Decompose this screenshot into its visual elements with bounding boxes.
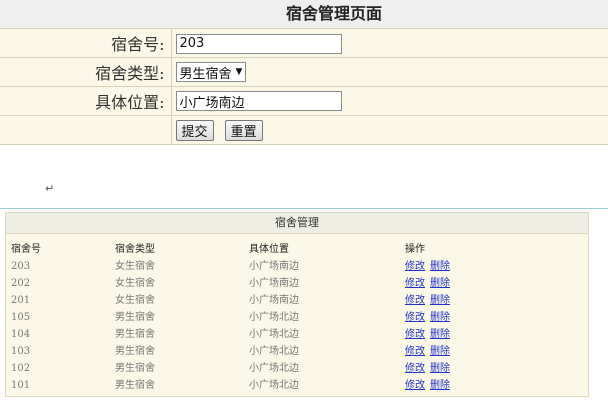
delete-link[interactable]: 删除 [430, 261, 450, 272]
column-header-location: 具体位置 [249, 244, 289, 255]
delete-link[interactable]: 删除 [430, 278, 450, 289]
room-type-selected-value: 男生宿舍 [179, 66, 232, 82]
edit-link[interactable]: 修改 [405, 261, 425, 272]
list-rows: 203 女生宿舍 小广场南边 修改 删除 202 女生宿舍 小广场南边 修改 删除 … [6, 258, 588, 394]
dorm-form: 宿舍号: 宿舍类型: 男生宿舍 ▼ 具体位置: 提交 重置 [0, 28, 608, 145]
room-type-cell: 男生宿舍 [115, 380, 155, 391]
list-title: 宿舍管理 [6, 213, 588, 234]
page-title: 宿舍管理页面 [0, 0, 608, 28]
table-row: 105 男生宿舍 小广场北边 修改 删除 [6, 309, 588, 326]
room-no-cell: 203 [11, 261, 31, 272]
room-no-cell: 104 [11, 329, 31, 340]
room-type-cell: 男生宿舍 [115, 329, 155, 340]
delete-link[interactable]: 删除 [430, 312, 450, 323]
room-type-cell: 男生宿舍 [115, 363, 155, 374]
location-cell: 小广场北边 [249, 363, 299, 374]
location-input[interactable] [175, 91, 342, 111]
divider [0, 208, 608, 209]
column-header-room-no: 宿舍号 [11, 244, 41, 255]
room-type-select[interactable]: 男生宿舍 ▼ [175, 62, 247, 82]
edit-link[interactable]: 修改 [405, 295, 425, 306]
table-row: 201 女生宿舍 小广场南边 修改 删除 [6, 292, 588, 309]
location-cell: 小广场南边 [249, 278, 299, 289]
room-type-cell: 女生宿舍 [115, 278, 155, 289]
location-cell: 小广场北边 [249, 380, 299, 391]
room-no-label: 宿舍号: [0, 28, 172, 58]
room-no-cell: 201 [11, 295, 31, 306]
form-row-room-no: 宿舍号: [0, 28, 608, 58]
dropdown-arrow-icon: ▼ [235, 67, 243, 77]
room-no-cell: 202 [11, 278, 31, 289]
edit-link[interactable]: 修改 [405, 363, 425, 374]
form-row-buttons: 提交 重置 [0, 115, 608, 145]
edit-link[interactable]: 修改 [405, 346, 425, 357]
column-header-actions: 操作 [405, 244, 425, 255]
edit-link[interactable]: 修改 [405, 329, 425, 340]
room-type-cell: 女生宿舍 [115, 261, 155, 272]
list-header: 宿舍号 宿舍类型 具体位置 操作 [6, 241, 588, 258]
room-no-input[interactable] [175, 33, 342, 54]
room-type-label: 宿舍类型: [0, 57, 172, 87]
edit-link[interactable]: 修改 [405, 380, 425, 391]
location-cell: 小广场南边 [249, 295, 299, 306]
reset-button[interactable]: 重置 [224, 119, 263, 141]
table-row: 202 女生宿舍 小广场南边 修改 删除 [6, 275, 588, 292]
submit-button[interactable]: 提交 [175, 119, 214, 141]
room-type-cell: 男生宿舍 [115, 312, 155, 323]
room-no-cell: 101 [11, 380, 31, 391]
room-no-cell: 105 [11, 312, 31, 323]
table-row: 102 男生宿舍 小广场北边 修改 删除 [6, 360, 588, 377]
dorm-list-panel: 宿舍管理 宿舍号 宿舍类型 具体位置 操作 203 女生宿舍 小广场南边 修改删… [5, 212, 589, 397]
delete-link[interactable]: 删除 [430, 363, 450, 374]
table-row: 203 女生宿舍 小广场南边 修改 删除 [6, 258, 588, 275]
form-row-room-type: 宿舍类型: 男生宿舍 ▼ [0, 57, 608, 87]
location-cell: 小广场北边 [249, 312, 299, 323]
room-type-cell: 男生宿舍 [115, 346, 155, 357]
location-cell: 小广场南边 [249, 261, 299, 272]
table-row: 104 男生宿舍 小广场北边 修改 删除 [6, 326, 588, 343]
delete-link[interactable]: 删除 [430, 380, 450, 391]
table-row: 103 男生宿舍 小广场北边 修改 删除 [6, 343, 588, 360]
edit-link[interactable]: 修改 [405, 312, 425, 323]
delete-link[interactable]: 删除 [430, 295, 450, 306]
edit-link[interactable]: 修改 [405, 278, 425, 289]
paragraph-mark-icon: ↵ [45, 182, 55, 195]
room-no-cell: 103 [11, 346, 31, 357]
page: 宿舍管理页面 宿舍号: 宿舍类型: 男生宿舍 ▼ 具体位置: [0, 0, 608, 401]
delete-link[interactable]: 删除 [430, 346, 450, 357]
delete-link[interactable]: 删除 [430, 329, 450, 340]
location-cell: 小广场北边 [249, 346, 299, 357]
form-row-location: 具体位置: [0, 86, 608, 116]
location-cell: 小广场北边 [249, 329, 299, 340]
table-row: 101 男生宿舍 小广场北边 修改 删除 [6, 377, 588, 394]
column-header-room-type: 宿舍类型 [115, 244, 155, 255]
location-label: 具体位置: [0, 86, 172, 116]
room-type-cell: 女生宿舍 [115, 295, 155, 306]
room-no-cell: 102 [11, 363, 31, 374]
